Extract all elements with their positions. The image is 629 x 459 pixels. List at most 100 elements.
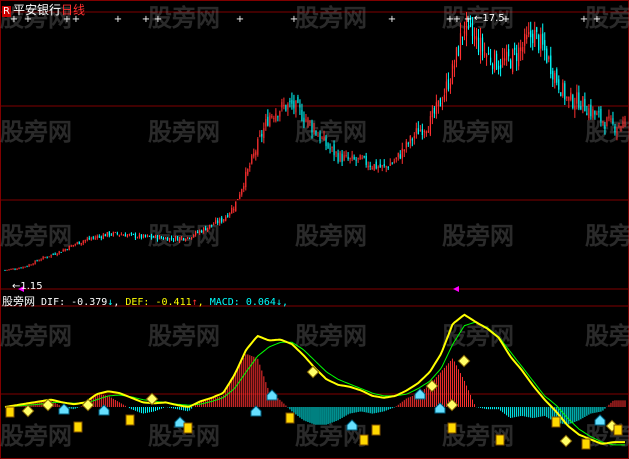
candle-body bbox=[86, 238, 88, 240]
candle-body bbox=[558, 79, 560, 90]
candle-body bbox=[52, 254, 54, 256]
candle-body bbox=[361, 157, 363, 159]
chart-title: R 平安银行日线 bbox=[2, 1, 85, 18]
candle-body bbox=[339, 152, 341, 162]
candle-body bbox=[502, 57, 504, 66]
candle-body bbox=[172, 239, 175, 241]
candle-body bbox=[506, 51, 508, 61]
watermark: 股旁网 bbox=[0, 222, 72, 250]
candle-body bbox=[130, 233, 133, 235]
candle-body bbox=[6, 269, 8, 271]
candle-body bbox=[28, 264, 30, 267]
candle-body bbox=[409, 135, 411, 144]
candle-body bbox=[333, 144, 335, 156]
candle-body bbox=[217, 220, 219, 224]
candle-body bbox=[375, 161, 377, 169]
candle-body bbox=[26, 266, 28, 268]
flag-signal-icon bbox=[183, 422, 193, 434]
candle-body bbox=[205, 227, 207, 231]
candle-body bbox=[584, 98, 586, 112]
candle-body bbox=[132, 233, 135, 235]
diamond-signal-icon bbox=[559, 434, 573, 448]
candle-body bbox=[331, 146, 333, 148]
candle-body bbox=[241, 189, 243, 195]
candle-body bbox=[221, 217, 223, 222]
candle-body bbox=[207, 227, 209, 231]
candle-body bbox=[538, 35, 540, 51]
signal-star: + bbox=[453, 14, 461, 25]
candle-body bbox=[22, 266, 24, 269]
candle-body bbox=[299, 104, 301, 108]
candle-body bbox=[237, 199, 239, 201]
flag-signal-icon bbox=[73, 421, 83, 433]
candle-body bbox=[586, 113, 588, 116]
candle-body bbox=[516, 53, 518, 62]
candle-body bbox=[126, 234, 128, 238]
candle-body bbox=[461, 36, 464, 38]
candle-body bbox=[142, 234, 145, 238]
candle-body bbox=[544, 40, 546, 51]
candle-body bbox=[622, 121, 624, 127]
candle-body bbox=[209, 224, 211, 229]
candle-body bbox=[546, 48, 548, 63]
candle-body bbox=[267, 116, 269, 126]
candle-body bbox=[602, 121, 604, 123]
candle-body bbox=[570, 92, 572, 100]
candle-body bbox=[247, 168, 249, 175]
signal-star: + bbox=[236, 14, 244, 25]
candle-body bbox=[10, 268, 12, 270]
candle-body bbox=[251, 155, 253, 164]
watermark: 股旁网 bbox=[148, 322, 220, 350]
candle-body bbox=[243, 186, 245, 189]
candle-body bbox=[497, 65, 500, 70]
candle-body bbox=[8, 269, 10, 271]
candle-body bbox=[419, 129, 421, 132]
candle-body bbox=[82, 241, 84, 244]
candle-body bbox=[415, 128, 417, 134]
candle-body bbox=[48, 256, 50, 258]
candle-body bbox=[520, 47, 522, 51]
house-signal-icon bbox=[250, 405, 262, 417]
candle-body bbox=[514, 47, 516, 50]
dif-label: DIF: bbox=[41, 297, 66, 308]
candle-body bbox=[574, 105, 576, 110]
candle-body bbox=[134, 233, 137, 238]
candle-body bbox=[397, 152, 399, 158]
candle-body bbox=[195, 231, 197, 235]
candle-body bbox=[20, 267, 22, 269]
candle-body bbox=[4, 269, 6, 271]
candle-body bbox=[136, 237, 139, 239]
candle-body bbox=[329, 148, 331, 150]
candle-body bbox=[283, 104, 285, 106]
candle-body bbox=[391, 163, 393, 165]
signal-star: + bbox=[154, 14, 162, 25]
candle-body bbox=[365, 155, 367, 165]
candle-body bbox=[261, 133, 263, 137]
candle-body bbox=[144, 234, 147, 237]
flag-signal-icon bbox=[495, 434, 505, 446]
candle-body bbox=[275, 113, 277, 122]
candle-body bbox=[453, 65, 456, 69]
candle-body bbox=[265, 118, 267, 127]
candle-body bbox=[138, 234, 141, 238]
candle-body bbox=[443, 94, 446, 100]
candle-body bbox=[150, 235, 153, 238]
candle-body bbox=[554, 73, 556, 83]
diamond-signal-icon bbox=[457, 354, 471, 368]
candle-body bbox=[16, 269, 18, 271]
candle-body bbox=[40, 259, 42, 261]
candle-body bbox=[66, 249, 68, 251]
candle-body bbox=[323, 136, 325, 141]
candle-body bbox=[140, 234, 143, 238]
candle-body bbox=[168, 237, 171, 242]
rights-badge: R bbox=[2, 6, 11, 17]
candle-body bbox=[345, 155, 347, 157]
signal-star: + bbox=[593, 14, 601, 25]
candle-body bbox=[405, 141, 407, 148]
candle-body bbox=[156, 235, 159, 240]
candle-body bbox=[441, 103, 444, 105]
candle-body bbox=[560, 92, 562, 97]
flag-signal-icon bbox=[447, 422, 457, 434]
candle-body bbox=[146, 235, 149, 237]
candle-body bbox=[389, 163, 391, 166]
